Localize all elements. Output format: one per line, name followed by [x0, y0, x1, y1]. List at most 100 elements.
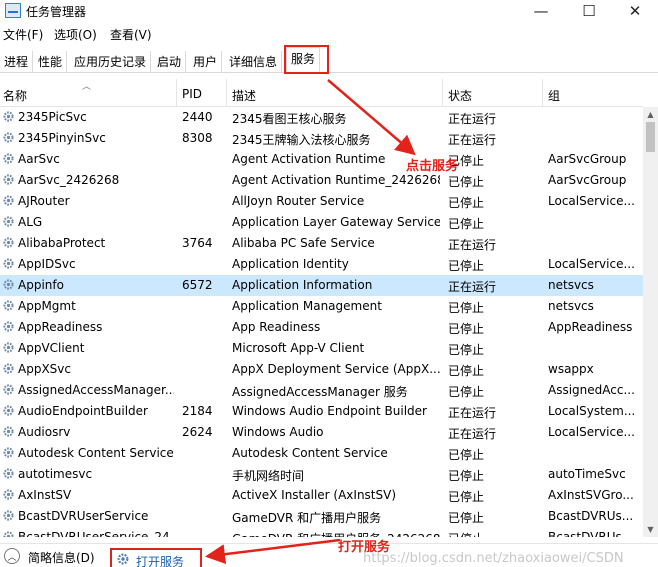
- service-name: AJRouter: [18, 194, 70, 208]
- service-description: Application Management: [232, 299, 382, 313]
- column-status[interactable]: 状态: [448, 87, 472, 104]
- table-row[interactable]: Audiosrv 2624 Windows Audio 正在运行 LocalServic…: [0, 422, 643, 443]
- menu-file[interactable]: 文件(F): [3, 26, 43, 43]
- table-row[interactable]: autotimesvc 手机网络时间 已停止 autoTimeSvc: [0, 464, 643, 485]
- tab-services[interactable]: 服务: [286, 47, 321, 74]
- service-group: BcastDVRUs...: [548, 530, 634, 537]
- column-header: ︿ 名称 PID 描述 状态 组: [0, 79, 643, 107]
- collapse-chevron-up-icon[interactable]: ︿: [4, 548, 20, 564]
- tab-processes[interactable]: 进程: [0, 51, 34, 73]
- tab-app-history[interactable]: 应用历史记录: [70, 51, 152, 73]
- tab-details[interactable]: 详细信息: [225, 51, 283, 73]
- column-divider[interactable]: [226, 79, 227, 107]
- service-gear-icon: [3, 111, 14, 122]
- service-name: AlibabaProtect: [18, 236, 106, 250]
- close-button[interactable]: ✕: [612, 0, 658, 22]
- column-divider[interactable]: [442, 79, 443, 107]
- scroll-down-icon[interactable]: ▼: [643, 522, 658, 537]
- service-pid: 6572: [182, 278, 213, 292]
- brief-info-button[interactable]: 简略信息(D): [28, 549, 95, 566]
- service-status: 已停止: [448, 343, 485, 357]
- service-name: BcastDVRUserService_24...: [18, 530, 174, 537]
- services-gear-icon: [117, 553, 129, 565]
- column-name[interactable]: 名称: [3, 87, 27, 104]
- table-row[interactable]: AppIDSvc Application Identity 已停止 LocalServ…: [0, 254, 643, 275]
- sort-up-icon: ︿: [82, 82, 92, 92]
- service-description: AllJoyn Router Service: [232, 194, 365, 208]
- service-gear-icon: [3, 195, 14, 206]
- table-row[interactable]: ALG Application Layer Gateway Service 已停止: [0, 212, 643, 233]
- service-gear-icon: [3, 279, 14, 290]
- service-pid: 2440: [182, 110, 213, 124]
- column-divider[interactable]: [542, 79, 543, 107]
- minimize-button[interactable]: —: [518, 0, 564, 22]
- vertical-scrollbar[interactable]: ▲ ▼: [643, 107, 658, 537]
- table-row[interactable]: AarSvc Agent Activation Runtime 已停止 AarSvcG…: [0, 149, 643, 170]
- service-pid: 2184: [182, 404, 213, 418]
- scroll-thumb[interactable]: [646, 122, 655, 152]
- tab-performance[interactable]: 性能: [34, 51, 68, 73]
- service-gear-icon: [3, 216, 14, 227]
- title-bar: 任务管理器 — ☐ ✕: [0, 0, 658, 22]
- column-group[interactable]: 组: [548, 87, 560, 104]
- column-description[interactable]: 描述: [232, 87, 256, 104]
- service-description: 2345看图王核心服务: [232, 112, 347, 126]
- table-row[interactable]: AudioEndpointBuilder 2184 Windows Audio En…: [0, 401, 643, 422]
- service-status: 已停止: [448, 448, 485, 462]
- tab-startup[interactable]: 启动: [153, 51, 187, 73]
- tab-bar: 进程 性能 应用历史记录 启动 用户 详细信息 服务: [0, 46, 658, 74]
- service-description: App Readiness: [232, 320, 321, 334]
- service-status: 正在运行: [448, 280, 497, 294]
- table-row[interactable]: AppReadiness App Readiness 已停止 AppReadiness: [0, 317, 643, 338]
- task-manager-icon: [5, 3, 21, 18]
- table-row[interactable]: AppXSvc AppX Deployment Service (AppX... 已…: [0, 359, 643, 380]
- service-gear-icon: [3, 426, 14, 437]
- menu-options[interactable]: 选项(O): [54, 26, 97, 43]
- annotation-click-services: 点击服务: [406, 159, 459, 174]
- service-name: 2345PinyinSvc: [18, 131, 106, 145]
- table-row[interactable]: AppVClient Microsoft App-V Client 已停止: [0, 338, 643, 359]
- service-gear-icon: [3, 363, 14, 374]
- table-row[interactable]: 2345PicSvc 2440 2345看图王核心服务 正在运行: [0, 107, 643, 128]
- service-name: AppMgmt: [18, 299, 76, 313]
- service-group: AxInstSVGro...: [548, 488, 634, 502]
- service-status: 已停止: [448, 490, 485, 504]
- service-description: GameDVR 和广播用户服务: [232, 511, 382, 525]
- table-row[interactable]: AxInstSV ActiveX Installer (AxInstSV) 已停止 A…: [0, 485, 643, 506]
- service-description: Application Layer Gateway Service: [232, 215, 440, 229]
- service-group: AarSvcGroup: [548, 152, 627, 166]
- service-status: 已停止: [448, 322, 485, 336]
- service-description: Windows Audio Endpoint Builder: [232, 404, 427, 418]
- service-status: 正在运行: [448, 406, 497, 420]
- column-pid[interactable]: PID: [182, 87, 202, 101]
- table-row[interactable]: 2345PinyinSvc 8308 2345王牌输入法核心服务 正在运行: [0, 128, 643, 149]
- service-group: AarSvcGroup: [548, 173, 627, 187]
- service-description: GameDVR 和广播用户服务_2426268: [232, 530, 440, 537]
- table-row[interactable]: AppMgmt Application Management 已停止 netsvcs: [0, 296, 643, 317]
- service-name: autotimesvc: [18, 467, 93, 481]
- service-status: 已停止: [448, 469, 485, 483]
- service-status: 已停止: [448, 511, 485, 525]
- scroll-up-icon[interactable]: ▲: [643, 107, 658, 122]
- table-row[interactable]: BcastDVRUserService_24... GameDVR 和广播用户服务…: [0, 527, 643, 537]
- table-row[interactable]: AarSvc_2426268 Agent Activation Runtime_2…: [0, 170, 643, 191]
- table-row[interactable]: AlibabaProtect 3764 Alibaba PC Safe Servic…: [0, 233, 643, 254]
- maximize-button[interactable]: ☐: [566, 0, 612, 22]
- service-group: AppReadiness: [548, 320, 633, 334]
- menu-view[interactable]: 查看(V): [110, 26, 152, 43]
- table-row[interactable]: AJRouter AllJoyn Router Service 已停止 LocalSe…: [0, 191, 643, 212]
- tab-users[interactable]: 用户: [189, 51, 223, 73]
- table-row[interactable]: Autodesk Content Service Autodesk Content…: [0, 443, 643, 464]
- open-services-link[interactable]: 打开服务: [110, 548, 202, 567]
- service-gear-icon: [3, 510, 14, 521]
- service-name: 2345PicSvc: [18, 110, 87, 124]
- table-row[interactable]: BcastDVRUserService GameDVR 和广播用户服务 已停止 Bca…: [0, 506, 643, 527]
- table-row[interactable]: AssignedAccessManager... AssignedAccessMa…: [0, 380, 643, 401]
- column-divider[interactable]: [176, 79, 177, 107]
- table-row[interactable]: Appinfo 6572 Application Information 正在运行 ne…: [0, 275, 643, 296]
- service-group: autoTimeSvc: [548, 467, 626, 481]
- service-pid: 2624: [182, 425, 213, 439]
- service-description: Alibaba PC Safe Service: [232, 236, 375, 250]
- service-description: AssignedAccessManager 服务: [232, 385, 408, 399]
- open-services-label[interactable]: 打开服务: [136, 553, 184, 567]
